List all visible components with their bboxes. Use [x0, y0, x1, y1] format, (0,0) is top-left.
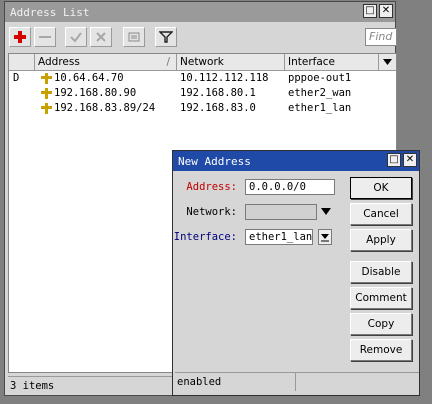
- new-address-dialog: New Address □ ✕ Address: 0.0.0.0/0 Netwo…: [172, 150, 420, 396]
- column-menu-button[interactable]: [379, 54, 396, 70]
- row-address: 192.168.80.90: [54, 87, 137, 99]
- close-button[interactable]: ✕: [379, 4, 393, 18]
- network-dropdown-icon[interactable]: [321, 208, 331, 215]
- item-count: 3 items: [10, 380, 55, 392]
- check-icon: [70, 32, 82, 43]
- copy-button[interactable]: Copy: [350, 313, 412, 335]
- remove-button[interactable]: Remove: [350, 339, 412, 361]
- row-interface: pppoe-out1: [288, 72, 352, 84]
- chevron-down-icon: [383, 59, 392, 65]
- address-icon: [41, 73, 52, 84]
- row-network: 192.168.83.0: [180, 102, 256, 114]
- dialog-title: New Address: [178, 155, 251, 168]
- remove-button[interactable]: [34, 27, 56, 47]
- ok-button[interactable]: OK: [350, 177, 412, 199]
- apply-button[interactable]: Apply: [350, 229, 412, 251]
- column-label: Interface: [288, 56, 336, 68]
- row-address: 192.168.83.89/24: [54, 102, 156, 114]
- add-button[interactable]: [9, 27, 31, 47]
- window-title: Address List: [10, 6, 90, 19]
- enable-button[interactable]: [65, 27, 87, 47]
- sort-icon: /: [166, 56, 170, 68]
- network-field[interactable]: [245, 204, 317, 220]
- row-flag: D: [13, 72, 20, 84]
- status-divider: [295, 373, 296, 391]
- interface-label: Interface:: [173, 231, 237, 243]
- table-row[interactable]: D 10.64.64.70 10.112.112.118 pppoe-out1: [9, 71, 396, 86]
- comment-button[interactable]: Comment: [350, 287, 412, 309]
- row-interface: ether2_wan: [288, 87, 352, 99]
- restore-button[interactable]: □: [363, 4, 377, 18]
- disable-button[interactable]: Disable: [350, 261, 412, 283]
- flag-column-header[interactable]: [9, 54, 35, 70]
- cancel-button[interactable]: Cancel: [350, 203, 412, 225]
- disable-button[interactable]: [90, 27, 112, 47]
- row-network: 10.112.112.118: [180, 72, 269, 84]
- address-icon: [41, 88, 52, 99]
- comment-button[interactable]: [123, 27, 145, 47]
- address-list-titlebar[interactable]: Address List □ ✕: [5, 2, 395, 22]
- column-label: Network: [180, 56, 224, 68]
- address-icon: [41, 103, 52, 114]
- x-icon: [96, 32, 106, 42]
- chevron-down-icon: [321, 234, 329, 242]
- dialog-status: enabled: [177, 376, 222, 388]
- network-label: Network:: [186, 206, 237, 218]
- table-header: Address / Network Interface: [9, 54, 396, 71]
- row-network: 192.168.80.1: [180, 87, 256, 99]
- dialog-close-button[interactable]: ✕: [403, 153, 417, 167]
- column-header-network[interactable]: Network: [177, 54, 285, 70]
- address-field[interactable]: 0.0.0.0/0: [245, 179, 335, 195]
- minus-icon: [39, 36, 51, 38]
- dialog-titlebar[interactable]: New Address □ ✕: [173, 151, 419, 171]
- address-label: Address:: [186, 181, 237, 193]
- table-row[interactable]: 192.168.83.89/24 192.168.83.0 ether1_lan: [9, 101, 396, 116]
- table-row[interactable]: 192.168.80.90 192.168.80.1 ether2_wan: [9, 86, 396, 101]
- row-interface: ether1_lan: [288, 102, 352, 114]
- filter-button[interactable]: [155, 27, 177, 47]
- column-header-interface[interactable]: Interface: [285, 54, 379, 70]
- dialog-status-bar: enabled: [175, 372, 419, 392]
- find-input[interactable]: Find: [365, 28, 397, 46]
- column-header-address[interactable]: Address /: [35, 54, 177, 70]
- interface-dropdown-button[interactable]: [318, 229, 332, 245]
- note-icon: [128, 32, 140, 42]
- column-label: Address: [38, 56, 80, 68]
- interface-select[interactable]: ether1_lan: [245, 229, 313, 245]
- row-address: 10.64.64.70: [54, 72, 124, 84]
- filter-icon: [158, 31, 174, 43]
- plus-icon: [14, 31, 26, 43]
- dialog-restore-button[interactable]: □: [387, 153, 401, 167]
